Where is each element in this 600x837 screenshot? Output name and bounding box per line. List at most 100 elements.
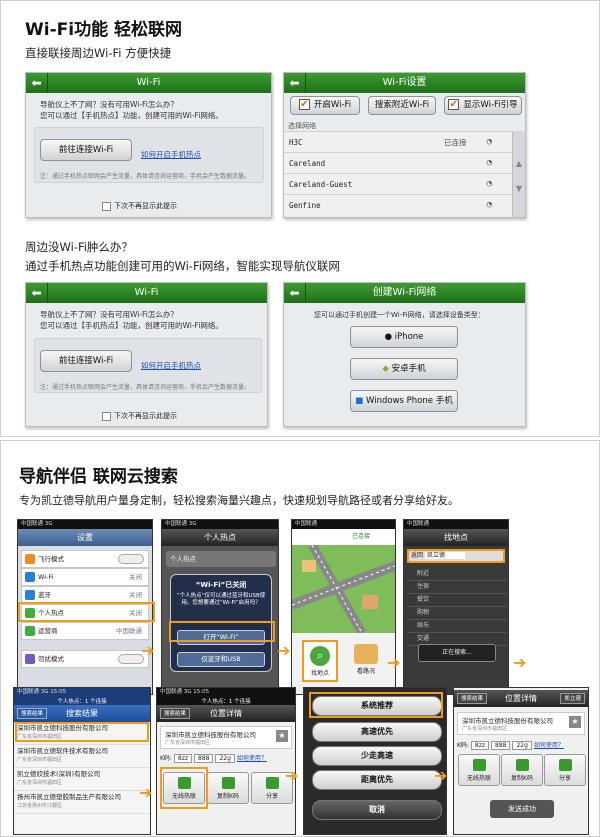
highlight-box (309, 692, 443, 718)
map-view[interactable] (292, 545, 396, 633)
hotspot-status: 个人热点：1 个连接 (14, 697, 150, 705)
settings-wifi[interactable]: Wi-Fi 关闭 (21, 568, 149, 586)
place-address: 广东省深圳市福田区 (165, 740, 211, 746)
copy-kcode-button[interactable]: 复制K码 (501, 754, 543, 786)
wireless-share-button[interactable]: 无线热联 (458, 754, 500, 786)
nav-companion-section: 导航伴侣 联网云搜索 专为凯立德导航用户量身定制，轻松搜索海量兴趣点，快速规划导… (0, 440, 600, 837)
phone-detail: 中国联通 3G 15:05 个人热点：1 个连接 搜索结果 位置详情 深圳市凯立德… (156, 687, 296, 835)
star-icon[interactable]: ★ (569, 716, 581, 728)
find-place-button[interactable]: ⌕ 找地点 (302, 640, 338, 682)
arrow-right-icon: ➔ (387, 653, 401, 672)
star-icon[interactable]: ★ (276, 730, 288, 742)
section-title: 导航伴侣 联网云搜索 (19, 467, 178, 487)
moon-icon (25, 654, 35, 664)
category-item[interactable]: 住宿 (407, 581, 507, 594)
section-subtitle: 专为凯立德导航用户量身定制，轻松搜索海量兴趣点，快速规划导航路径或者分享给好友。 (19, 494, 459, 507)
settings-carrier[interactable]: 运营商 中国联通 (21, 622, 149, 640)
toggle-switch[interactable] (118, 554, 144, 564)
result-item[interactable]: 扬州市凯立德塑胶制品生产有限公司 江苏省扬州市江都区 (14, 791, 150, 814)
search-input[interactable]: 凯立德 (424, 552, 465, 559)
dont-show-checkbox[interactable]: 下次不再显示此提示 (102, 201, 177, 211)
highlight-box (160, 767, 208, 809)
scrollbar[interactable]: ▲ ▼ (512, 131, 525, 217)
network-row[interactable]: Careland ◔ (284, 152, 514, 173)
route-option[interactable]: 少走高速 (312, 746, 442, 766)
usb-only-button[interactable]: 仅蓝牙和USB (177, 652, 265, 667)
network-list-label: 选择网络 (288, 122, 316, 130)
network-row[interactable]: Careland-Guest ◔ (284, 173, 514, 194)
category-item[interactable]: 附近 (407, 568, 507, 581)
hotspot-status: 个人热点：1 个连接 (157, 697, 295, 705)
device-prompt: 您可以通过手机创建一个Wi-Fi网络，请选择设备类型： (314, 311, 485, 319)
bluetooth-icon (25, 590, 35, 600)
show-guide-toggle[interactable]: ✔ 显示Wi-Fi引导 (444, 96, 522, 115)
phone-detail-sent: 搜索结果 位置详情 凯立德 深圳市凯立德科技股份有限公司 广东省深圳市福田区 ★ K码:… (453, 687, 589, 835)
wifi-signal-icon: ◔ (486, 200, 492, 210)
back-arrow-icon[interactable]: ⬅ (284, 283, 306, 303)
category-item[interactable]: 餐饮 (407, 594, 507, 607)
connect-wifi-button[interactable]: 前往连接Wi-Fi (40, 139, 132, 161)
network-row[interactable]: Genfine ◔ (284, 194, 514, 215)
search-bar[interactable]: 返回 凯立德 (407, 549, 505, 563)
connected-status: 已连接 (292, 529, 395, 545)
iphone-option-button[interactable]: ● iPhone (350, 326, 458, 348)
how-to-use-link[interactable]: 如何使用？ (534, 742, 564, 749)
category-item[interactable]: 娱乐 (407, 620, 507, 633)
place-address: 广东省深圳市福田区 (462, 726, 508, 732)
result-item[interactable]: 深圳市凯立德软件技术有限公司 广东省深圳市福田区 (14, 745, 150, 768)
sent-success-toast: 发送成功 (490, 800, 554, 818)
android-icon: ◆ (382, 364, 389, 374)
windows-phone-option-button[interactable]: ■ Windows Phone 手机 (350, 390, 458, 412)
highlight-box (169, 621, 275, 642)
connect-wifi-button[interactable]: 前往连接Wi-Fi (40, 350, 132, 372)
open-wifi-toggle[interactable]: ✔ 开启Wi-Fi (290, 96, 360, 115)
window-title: Wi-Fi设置 (382, 77, 427, 88)
dialog-note: 注：通过手机热点联网会产生流量，具体请咨询运营商，手机会产生数据流量。 (40, 384, 251, 391)
copy-kcode-button[interactable]: 复制K码 (207, 772, 249, 804)
back-button[interactable]: 搜索结果 (160, 708, 191, 719)
scroll-up-icon[interactable]: ▲ (513, 159, 525, 168)
phone-map: 中国联通 已连接 ⌕ 找地点 看路况 (291, 519, 396, 695)
traffic-button[interactable]: 看路况 (348, 642, 384, 684)
back-arrow-icon[interactable]: ⬅ (26, 73, 48, 93)
airplane-icon (25, 554, 35, 564)
route-option[interactable]: 距离优先 (312, 770, 442, 790)
search-wifi-button[interactable]: 搜索附近Wi-Fi (368, 96, 436, 115)
back-button[interactable]: 搜索结果 (17, 708, 48, 719)
screen-title: 搜索结果 (66, 709, 98, 718)
settings-dnd[interactable]: 勿扰模式 (21, 650, 149, 668)
copy-icon (516, 759, 529, 771)
category-item[interactable]: 购物 (407, 607, 507, 620)
arrow-right-icon: ➔ (141, 641, 155, 660)
hotspot-help-link[interactable]: 如何开启手机热点 (141, 149, 201, 160)
dialog-title: Wi-Fi (136, 77, 161, 88)
hotspot-help-link[interactable]: 如何开启手机热点 (141, 360, 201, 371)
result-item[interactable]: 凯立德欣技术(深圳)有限公司 广东省深圳市福田区 (14, 768, 150, 791)
dialog-note: 注：通过手机热点联网会产生流量，具体请咨询运营商，手机会产生数据流量。 (40, 173, 251, 180)
arrow-right-icon: ➔ (513, 653, 527, 672)
home-button[interactable]: 凯立德 (560, 693, 585, 704)
back-button[interactable]: 搜索结果 (457, 693, 488, 704)
screen-title: 设置 (77, 533, 93, 542)
how-to-use-link[interactable]: 如何使用？ (237, 755, 267, 762)
dialog-question: 导航仪上不了网？没有可用Wi-Fi怎么办？ (40, 100, 178, 109)
screen-title: 位置详情 (210, 709, 242, 718)
back-arrow-icon[interactable]: ⬅ (26, 283, 48, 303)
cancel-button[interactable]: 取消 (312, 800, 442, 820)
route-option[interactable]: 高速优先 (312, 722, 442, 742)
dont-show-checkbox[interactable]: 下次不再显示此提示 (102, 411, 177, 421)
screen-title: 位置详情 (505, 694, 537, 703)
back-arrow-icon[interactable]: ⬅ (284, 73, 306, 93)
settings-airplane[interactable]: 飞行模式 (21, 550, 149, 568)
hotspot-row[interactable]: 个人热点 (166, 551, 276, 567)
highlight-box (15, 722, 149, 742)
android-option-button[interactable]: ◆ 安卓手机 (350, 358, 458, 380)
answer-text: 通过手机热点功能创建可用的Wi-Fi网络，智能实现导航仪联网 (25, 259, 340, 273)
screen-title: 找地点 (444, 533, 468, 542)
searching-indicator: 正在搜索... (418, 644, 496, 662)
network-row[interactable]: H3C 已连接 ◔ (284, 131, 514, 152)
dialog-answer: 您可以通过【手机热点】功能，创建可用的Wi-Fi网络。 (40, 111, 223, 120)
share-button[interactable]: 分享 (544, 754, 586, 786)
scroll-down-icon[interactable]: ▼ (513, 184, 525, 193)
copy-icon (222, 777, 235, 789)
